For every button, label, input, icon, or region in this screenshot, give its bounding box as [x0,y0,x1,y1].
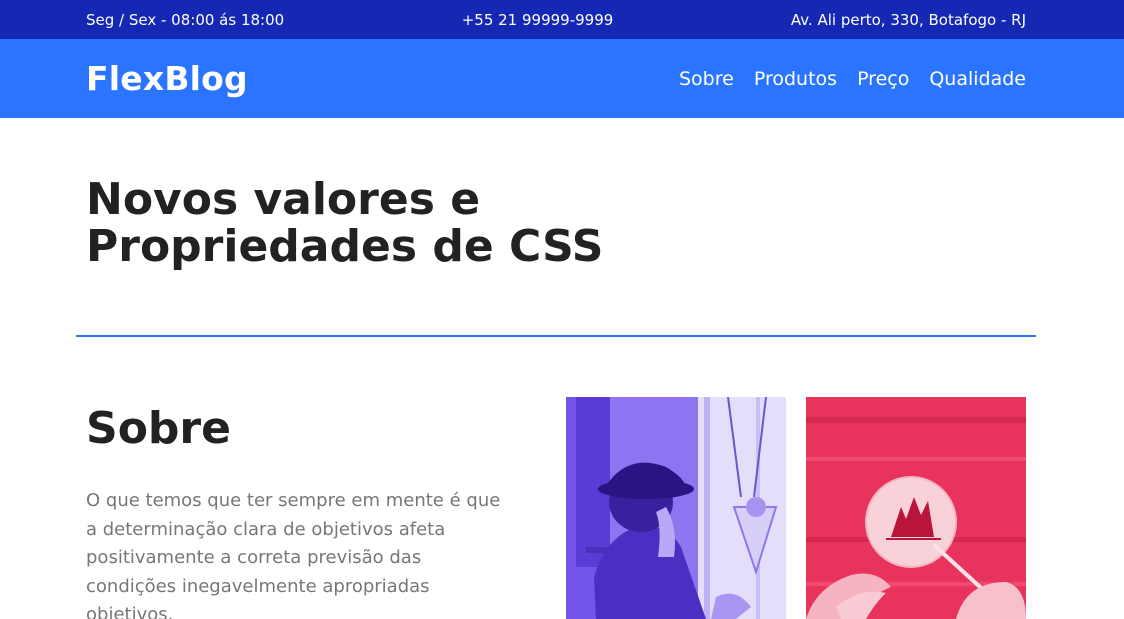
about-text-block: Sobre O que temos que ter sempre em ment… [86,397,516,619]
nav-link-qualidade[interactable]: Qualidade [929,68,1026,90]
hero-title-line-2: Propriedades de CSS [86,221,604,272]
business-hours: Seg / Sex - 08:00 ás 18:00 [86,10,285,29]
nav-link-produtos[interactable]: Produtos [754,68,837,90]
hero-section: Novos valores e Propriedades de CSS [0,118,1124,335]
main-nav: Sobre Produtos Preço Qualidade [679,68,1026,90]
about-section: Sobre O que temos que ter sempre em ment… [0,337,1124,619]
photo-woman-hat [566,397,786,619]
site-logo[interactable]: FlexBlog [86,59,248,98]
about-paragraph: O que temos que ter sempre em mente é qu… [86,490,501,619]
top-info-bar: Seg / Sex - 08:00 ás 18:00 +55 21 99999-… [0,0,1124,39]
main-header: FlexBlog Sobre Produtos Preço Qualidade [0,39,1124,118]
phone-number: +55 21 99999-9999 [461,10,614,29]
hero-title-line-1: Novos valores e [86,174,481,225]
about-gallery [566,397,1026,619]
photo-woman-hat-illustration [566,397,786,619]
hero-title: Novos valores e Propriedades de CSS [86,176,1124,270]
nav-link-sobre[interactable]: Sobre [679,68,734,90]
address: Av. Ali perto, 330, Botafogo - RJ [790,10,1026,29]
photo-painting-tree [806,397,1026,619]
nav-link-preco[interactable]: Preço [857,68,909,90]
about-title: Sobre [86,403,231,454]
photo-painting-tree-illustration [806,397,1026,619]
